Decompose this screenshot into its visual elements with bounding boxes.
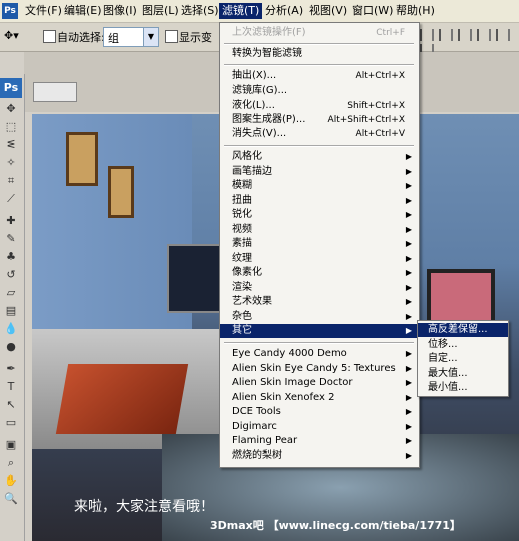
menu-item-xenofex[interactable]: Alien Skin Xenofex 2 ▶: [220, 391, 419, 405]
auto-select-value: 组: [108, 32, 119, 45]
menu-item-sketch[interactable]: 素描 ▶: [220, 237, 419, 251]
toolbox: Ps ✥ ⬚ ᓬ ✧ ⌗ ⟋ ✚ ✎ ♣ ↺ ▱ ▤ 💧 ● ✒ T ↖ ▭ ▣…: [0, 74, 25, 541]
notes-tool-icon[interactable]: ▣: [3, 438, 19, 452]
submenu-item-custom[interactable]: 自定...: [418, 352, 508, 366]
menu-item-burning-pear[interactable]: 燃烧的梨树 ▶: [220, 449, 419, 463]
stamp-tool-icon[interactable]: ♣: [3, 250, 19, 264]
blur-tool-icon[interactable]: 💧: [3, 322, 19, 336]
menu-item-dce-tools[interactable]: DCE Tools ▶: [220, 405, 419, 419]
history-brush-icon[interactable]: ↺: [3, 268, 19, 282]
menu-edit[interactable]: 编辑(E): [61, 3, 105, 19]
menu-image[interactable]: 图像(I): [100, 3, 140, 19]
menu-item-blur[interactable]: 模糊 ▶: [220, 179, 419, 193]
menu-item-liquify[interactable]: 液化(L)... Shift+Ctrl+X: [220, 99, 419, 113]
eraser-tool-icon[interactable]: ▱: [3, 286, 19, 300]
zoom-tool-icon[interactable]: 🔍: [3, 492, 19, 506]
healing-brush-icon[interactable]: ✚: [3, 214, 19, 228]
menu-item-other[interactable]: 其它 ▶: [220, 324, 419, 338]
crop-tool-icon[interactable]: ⌗: [3, 174, 19, 188]
render-blanket: [55, 364, 189, 434]
menu-item-pixelate[interactable]: 像素化 ▶: [220, 266, 419, 280]
other-submenu: 高反差保留... 位移... 自定... 最大值... 最小值...: [417, 320, 509, 397]
menu-analysis[interactable]: 分析(A): [262, 3, 306, 19]
menu-item-extract[interactable]: 抽出(X)... Alt+Ctrl+X: [220, 69, 419, 83]
menu-file[interactable]: 文件(F): [22, 3, 65, 19]
hand-tool-icon[interactable]: ✋: [3, 474, 19, 488]
auto-select-label: 自动选择:: [57, 31, 105, 44]
render-window: [167, 244, 226, 313]
chevron-down-icon: ▼: [143, 28, 158, 46]
align-icons[interactable]: [420, 29, 519, 56]
menu-item-pattern-maker[interactable]: 图案生成器(P)... Alt+Shift+Ctrl+X: [220, 113, 419, 127]
shape-tool-icon[interactable]: ▭: [3, 416, 19, 430]
menu-item-brush-strokes[interactable]: 画笔描边 ▶: [220, 165, 419, 179]
lasso-tool-icon[interactable]: ᓬ: [3, 138, 19, 152]
slice-tool-icon[interactable]: ⟋: [3, 192, 19, 206]
app-icon: Ps: [2, 3, 18, 19]
move-tool-icon[interactable]: ✥: [3, 102, 19, 116]
watermark-text: 3Dmax吧 【www.linecg.com/tieba/1771】: [210, 519, 461, 532]
brush-field[interactable]: [33, 82, 77, 102]
menu-item-flaming-pear[interactable]: Flaming Pear ▶: [220, 434, 419, 448]
menu-item-sharpen[interactable]: 锐化 ▶: [220, 208, 419, 222]
menu-window[interactable]: 窗口(W): [349, 3, 396, 19]
menu-item-stylize[interactable]: 风格化 ▶: [220, 150, 419, 164]
menu-help[interactable]: 帮助(H): [393, 3, 438, 19]
auto-select-checkbox[interactable]: [43, 30, 56, 43]
menu-bar: Ps 文件(F) 编辑(E) 图像(I) 图层(L) 选择(S) 滤镜(T) 分…: [0, 0, 519, 23]
menu-item-digimarc[interactable]: Digimarc ▶: [220, 420, 419, 434]
menu-layer[interactable]: 图层(L): [139, 3, 182, 19]
filter-menu-dropdown: 上次滤镜操作(F) Ctrl+F 转换为智能滤镜 抽出(X)... Alt+Ctr…: [219, 22, 420, 468]
menu-view[interactable]: 视图(V): [306, 3, 350, 19]
menu-item-filter-gallery[interactable]: 滤镜库(G)...: [220, 84, 419, 98]
overlay-caption: 来啦，大家注意看哦！: [74, 499, 214, 515]
menu-item-last-filter: 上次滤镜操作(F) Ctrl+F: [232, 27, 405, 38]
eyedropper-icon[interactable]: ⌕: [3, 456, 19, 470]
menu-item-image-doctor[interactable]: Alien Skin Image Doctor ▶: [220, 376, 419, 390]
dodge-tool-icon[interactable]: ●: [3, 340, 19, 354]
menu-item-distort[interactable]: 扭曲 ▶: [220, 194, 419, 208]
menu-item-noise[interactable]: 杂色 ▶: [220, 310, 419, 324]
submenu-item-minimum[interactable]: 最小值...: [418, 381, 508, 395]
picture-frame: [108, 166, 134, 218]
magic-wand-icon[interactable]: ✧: [3, 156, 19, 170]
menu-item-artistic[interactable]: 艺术效果 ▶: [220, 295, 419, 309]
submenu-item-high-pass[interactable]: 高反差保留...: [418, 323, 508, 337]
gradient-tool-icon[interactable]: ▤: [3, 304, 19, 318]
menu-item-render[interactable]: 渲染 ▶: [220, 281, 419, 295]
marquee-tool-icon[interactable]: ⬚: [3, 120, 19, 134]
menu-select[interactable]: 选择(S): [178, 3, 222, 19]
render-tv: [427, 269, 495, 325]
show-transform-label: 显示变: [179, 31, 212, 44]
menu-item-texture[interactable]: 纹理 ▶: [220, 252, 419, 266]
path-select-icon[interactable]: ↖: [3, 398, 19, 412]
menu-item-video[interactable]: 视频 ▶: [220, 223, 419, 237]
menu-filter[interactable]: 滤镜(T): [219, 3, 263, 19]
menu-item-convert-smart[interactable]: 转换为智能滤镜: [220, 47, 419, 61]
move-tool-icon[interactable]: ✥▾: [4, 29, 19, 42]
auto-select-dropdown[interactable]: 组 ▼: [103, 27, 159, 47]
type-tool-icon[interactable]: T: [3, 380, 19, 394]
ps-logo: Ps: [0, 78, 22, 98]
picture-frame: [66, 132, 98, 186]
submenu-item-maximum[interactable]: 最大值...: [418, 367, 508, 381]
brush-tool-icon[interactable]: ✎: [3, 232, 19, 246]
menu-item-eye-candy-4000[interactable]: Eye Candy 4000 Demo ▶: [220, 347, 419, 361]
pen-tool-icon[interactable]: ✒: [3, 362, 19, 376]
menu-item-vanishing-point[interactable]: 消失点(V)... Alt+Ctrl+V: [220, 127, 419, 141]
show-transform-checkbox[interactable]: [165, 30, 178, 43]
menu-item-eye-candy-5[interactable]: Alien Skin Eye Candy 5: Textures ▶: [220, 362, 419, 376]
submenu-item-offset[interactable]: 位移...: [418, 338, 508, 352]
